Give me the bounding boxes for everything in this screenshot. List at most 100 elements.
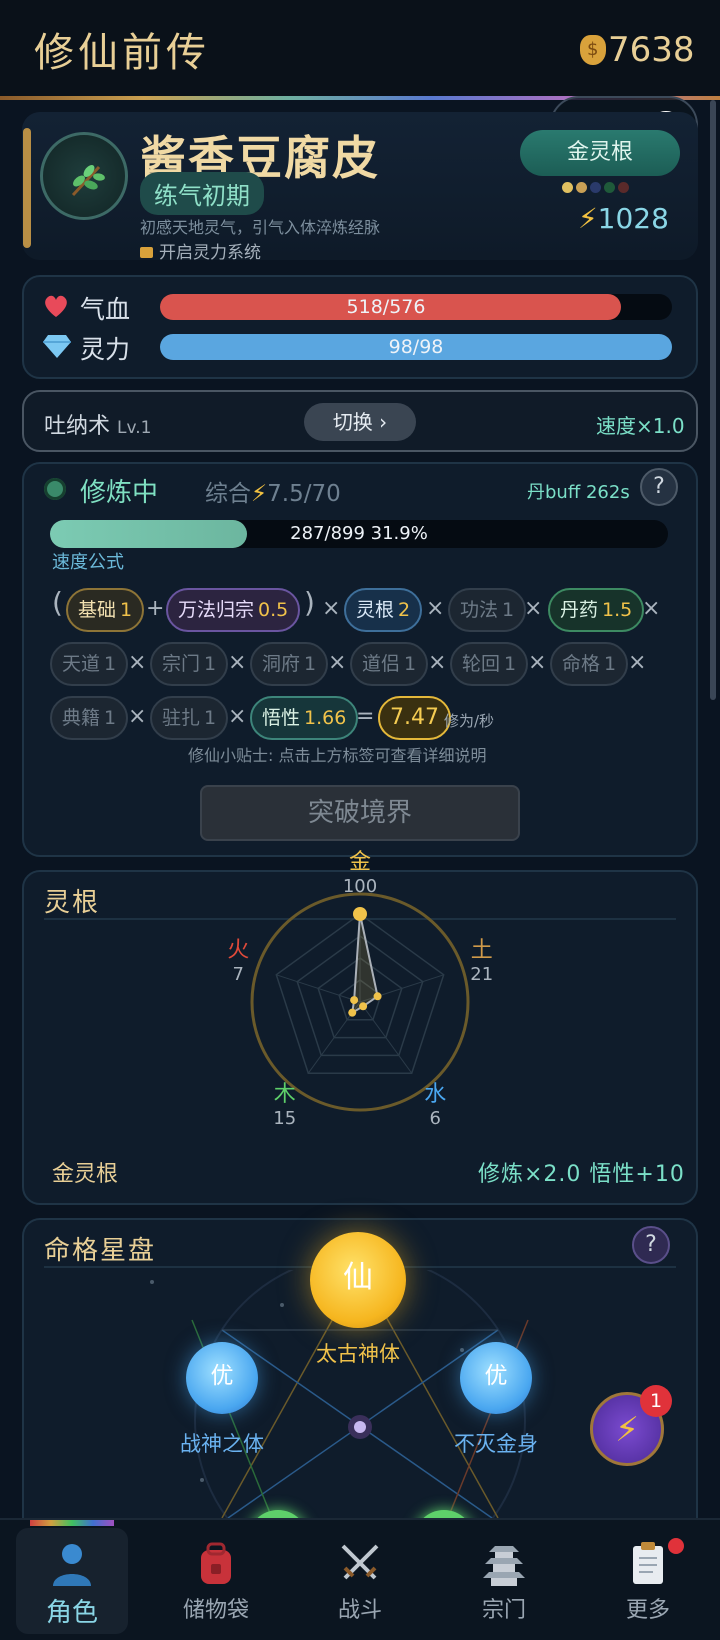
- coin-amount: 7638: [608, 30, 695, 70]
- diamond-icon: [43, 335, 71, 358]
- person-icon: [16, 1538, 128, 1592]
- element-name: 木: [273, 1081, 296, 1107]
- switch-technique-button[interactable]: 切换 ›: [304, 403, 416, 441]
- chip-gongfa-label: 功法: [460, 599, 499, 621]
- element-name: 火: [227, 938, 250, 964]
- breakthrough-button[interactable]: 突破境界: [200, 785, 520, 841]
- chip-wuxing-value: 1.66: [304, 707, 347, 729]
- paren-close: ): [304, 586, 315, 619]
- radar-point-土: [373, 992, 382, 1001]
- technique-name: 吐纳术 Lv.1: [44, 408, 151, 440]
- chip-wanfa-label: 万法归宗: [178, 599, 255, 621]
- element-name: 金: [348, 850, 371, 875]
- tab-sect-label: 宗门: [481, 1598, 526, 1623]
- swords-icon: [304, 1538, 416, 1592]
- op-times: ×: [428, 650, 447, 675]
- chip-wuxing[interactable]: 悟性 1.66: [250, 696, 359, 740]
- radar-label-木: 木 15: [260, 1076, 310, 1129]
- chip-daolv-value: 1: [404, 653, 417, 675]
- chip-tiandao[interactable]: 天道 1: [50, 642, 129, 686]
- chip-base-value: 1: [120, 599, 133, 621]
- chip-linggen-label: 灵根: [356, 599, 395, 621]
- chip-wanfa[interactable]: 万法归宗 0.5: [166, 588, 301, 632]
- op-times: ×: [128, 650, 147, 675]
- spirit-root-badge[interactable]: 金灵根: [520, 130, 680, 176]
- cultivation-status: 修炼中: [80, 478, 159, 508]
- tip-text: 修仙小贴士: 点击上方标签可查看详细说明: [188, 746, 487, 765]
- root-pip: [604, 182, 615, 193]
- tab-more[interactable]: 更多: [592, 1528, 704, 1634]
- destiny-orb-main[interactable]: 仙: [310, 1232, 406, 1328]
- destiny-left-label: 战神之体: [180, 1432, 264, 1456]
- chip-gongfa-value: 1: [502, 599, 515, 621]
- avatar[interactable]: [40, 132, 128, 220]
- cultivation-help-button[interactable]: ?: [640, 468, 678, 506]
- chip-dianji[interactable]: 典籍 1: [50, 696, 129, 740]
- chip-dongfu-label: 洞府: [262, 653, 301, 675]
- lightning-icon: ⚡: [615, 1410, 639, 1450]
- overall-value: 7.5/70: [267, 481, 341, 507]
- chip-tiandao-value: 1: [104, 653, 117, 675]
- radar-label-土: 土 21: [457, 932, 507, 985]
- chip-daolv-label: 道侣: [362, 653, 401, 675]
- tab-sect[interactable]: 宗门: [448, 1528, 560, 1634]
- exp-text: 287/899 31.9%: [290, 523, 428, 544]
- herb-icon: [71, 165, 105, 197]
- scrollbar[interactable]: [710, 100, 716, 700]
- tab-character[interactable]: 角色: [16, 1528, 128, 1634]
- lightning-icon: ⚡: [578, 202, 598, 235]
- radar-label-火: 火7: [213, 932, 263, 985]
- chip-zhuzha[interactable]: 驻扎 1: [150, 696, 229, 740]
- coin-balance[interactable]: 7638: [580, 30, 695, 70]
- chip-zongmen[interactable]: 宗门 1: [150, 642, 229, 686]
- chip-linggen[interactable]: 灵根 2: [344, 588, 423, 632]
- mp-text: 98/98: [388, 336, 444, 358]
- tab-inventory[interactable]: 储物袋: [160, 1528, 272, 1634]
- destiny-orb-right[interactable]: 优: [460, 1342, 532, 1414]
- chip-daolv[interactable]: 道侣 1: [350, 642, 429, 686]
- root-bonus: 修炼×2.0 悟性+10: [478, 1162, 685, 1187]
- chip-dongfu[interactable]: 洞府 1: [250, 642, 329, 686]
- power-value: 1028: [597, 202, 669, 235]
- paren-open: (: [52, 586, 63, 619]
- op-times: ×: [322, 596, 341, 621]
- radar-point-木: [348, 1008, 357, 1017]
- app-title: 修仙前传: [34, 30, 210, 76]
- op-times: ×: [128, 704, 147, 729]
- element-value: 21: [470, 964, 494, 986]
- chip-result[interactable]: 7.47: [378, 696, 451, 740]
- op-times: ×: [328, 650, 347, 675]
- chip-mingge-value: 1: [604, 653, 617, 675]
- op-times: ×: [426, 596, 445, 621]
- radar-point-金: [353, 907, 367, 921]
- chip-zhuzha-value: 1: [204, 707, 217, 729]
- technique-speed: 速度×1.0: [596, 414, 685, 438]
- chip-dianji-label: 典籍: [62, 707, 101, 729]
- chip-lunhui[interactable]: 轮回 1: [450, 642, 529, 686]
- op-times: ×: [628, 650, 647, 675]
- root-pips: [562, 178, 632, 197]
- destiny-main-label: 太古神体: [316, 1342, 400, 1366]
- destiny-orb-left[interactable]: 优: [186, 1342, 258, 1414]
- op-times: ×: [228, 650, 247, 675]
- chip-danyao[interactable]: 丹药 1.5: [548, 588, 645, 632]
- rate-unit: 修为/秒: [444, 712, 495, 730]
- unlock-text: 开启灵力系统: [159, 243, 261, 263]
- chip-wanfa-value: 0.5: [258, 599, 289, 621]
- element-name: 土: [470, 938, 493, 964]
- realm-description: 初感天地灵气，引气入体淬炼经脉: [140, 218, 381, 237]
- chip-danyao-label: 丹药: [560, 599, 599, 621]
- chip-mingge[interactable]: 命格 1: [550, 642, 629, 686]
- profile-accent-bar: [23, 128, 31, 248]
- tab-battle[interactable]: 战斗: [304, 1528, 416, 1634]
- star-chart-help-button[interactable]: ?: [632, 1226, 670, 1264]
- chip-linggen-value: 2: [398, 599, 411, 621]
- op-times: ×: [528, 650, 547, 675]
- chip-base[interactable]: 基础 1: [66, 588, 145, 632]
- chip-wuxing-label: 悟性: [262, 707, 301, 729]
- chip-gongfa[interactable]: 功法 1: [448, 588, 527, 632]
- tab-more-label: 更多: [625, 1598, 670, 1623]
- tab-rainbow-strip: [30, 1520, 114, 1526]
- status-dot-icon: [44, 478, 66, 500]
- chip-zhuzha-label: 驻扎: [162, 707, 201, 729]
